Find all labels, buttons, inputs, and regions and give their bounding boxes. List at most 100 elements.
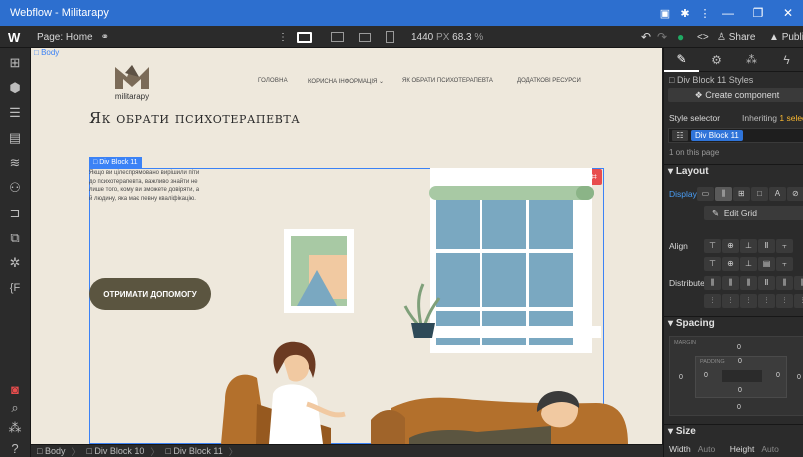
justify-start-icon[interactable]: ⊤ <box>704 256 721 271</box>
align-start-icon[interactable]: ⊤ <box>704 238 721 253</box>
display-block-icon[interactable]: ▭ <box>696 186 714 201</box>
code-icon[interactable]: <> <box>697 26 709 48</box>
symbols-icon[interactable]: ⬢ <box>6 80 24 96</box>
undo-icon[interactable]: ↶ <box>641 26 651 48</box>
margin-bottom-value[interactable]: 0 <box>737 404 741 411</box>
height-input[interactable]: Auto <box>761 444 779 454</box>
breakpoint-desktop[interactable] <box>331 26 344 48</box>
size-section-header[interactable]: ▾ Size <box>664 424 803 438</box>
page-selector[interactable]: Page: Home ⚭ <box>37 26 109 48</box>
justify-end-icon[interactable]: ⊥ <box>740 256 757 271</box>
publish-button[interactable]: ▲ Publi <box>769 26 803 48</box>
settings-tab-gear-icon[interactable]: ⚙ <box>699 48 734 72</box>
content-between-icon[interactable]: ⫶ <box>758 293 775 308</box>
display-flex-icon[interactable]: ⫼ <box>714 186 732 201</box>
breadcrumb-separator-icon: 〉 <box>150 446 160 457</box>
content-around-icon[interactable]: ⫶ <box>776 293 793 308</box>
padding-box[interactable]: PADDING 0 0 0 0 <box>695 356 787 398</box>
webflow-logo-icon[interactable]: W <box>8 26 20 48</box>
align-label: Align <box>669 240 688 251</box>
eye-icon[interactable]: ⚭ <box>101 32 109 43</box>
breakpoint-mobile[interactable] <box>386 26 394 48</box>
width-input[interactable]: Auto <box>698 444 730 454</box>
minimize-icon[interactable]: — <box>713 0 743 26</box>
selector-menu-icon[interactable]: ☷ <box>672 130 688 141</box>
justify-options: ⊤ ⊕ ⊥ ▤ ⫟ <box>704 256 794 271</box>
margin-top-value[interactable]: 0 <box>737 344 741 351</box>
settings-icon[interactable]: ✲ <box>6 255 24 271</box>
layout-section-header[interactable]: ▾ Layout <box>664 164 803 178</box>
align-center-icon[interactable]: ⊕ <box>722 238 739 253</box>
breadcrumb-item-div-block-11[interactable]: □ Div Block 11 <box>165 446 222 456</box>
distribute-center-icon[interactable]: ⫼ <box>722 275 739 290</box>
breakpoint-desktop-star[interactable] <box>297 26 312 48</box>
distribute-end-icon[interactable]: ⫼ <box>740 275 757 290</box>
edit-grid-button[interactable]: ✎ Edit Grid <box>704 206 803 220</box>
help-icon[interactable]: ? <box>6 440 24 456</box>
create-component-button[interactable]: ❖ Create component <box>668 88 803 102</box>
distribute-start-icon[interactable]: ⫼ <box>704 275 721 290</box>
margin-box[interactable]: MARGIN 0 0 0 0 PADDING 0 0 0 0 <box>669 336 803 416</box>
interactions-tab-drops-icon[interactable]: ⁂ <box>734 48 769 72</box>
cms-icon[interactable]: ≋ <box>6 155 24 171</box>
style-selector-row: Style selector Inheriting 1 selector <box>664 111 803 125</box>
add-panel-icon[interactable]: ⊞ <box>6 55 24 71</box>
width-label: Width <box>669 444 691 454</box>
users-icon[interactable]: ⚇ <box>6 180 24 196</box>
content-start-icon[interactable]: ⫶ <box>704 293 721 308</box>
style-tab-brush-icon[interactable]: ✎ <box>664 48 699 72</box>
breadcrumb-item-body[interactable]: □ Body <box>37 446 65 456</box>
extension-icon[interactable]: ▣ <box>655 7 675 20</box>
distribute-evenly-icon[interactable]: ⫼ <box>794 275 803 290</box>
distribute-around-icon[interactable]: ⫼ <box>776 275 793 290</box>
justify-baseline-icon[interactable]: ⫟ <box>776 256 793 271</box>
padding-bottom-value[interactable]: 0 <box>738 387 742 394</box>
navigator-icon[interactable]: ☰ <box>6 105 24 121</box>
align-baseline-icon[interactable]: ⫟ <box>776 238 793 253</box>
justify-center-icon[interactable]: ⊕ <box>722 256 739 271</box>
record-icon[interactable]: ◙ <box>6 381 24 397</box>
puzzle-icon[interactable]: ✱ <box>675 7 695 20</box>
collaborators-icon[interactable]: ⁂ <box>6 420 24 436</box>
search-icon[interactable]: ⌕ <box>6 400 24 416</box>
inheriting-count[interactable]: 1 selector <box>779 113 803 123</box>
padding-top-value[interactable]: 0 <box>738 358 742 365</box>
distribute-between-icon[interactable]: Ⅱ <box>758 275 775 290</box>
design-canvas[interactable]: □ Body militarapy ГОЛОВНА КОРИСНА ІНФОРМ… <box>31 48 662 444</box>
assets-icon[interactable]: ⧉ <box>6 230 24 246</box>
display-inline-icon[interactable]: A <box>768 186 786 201</box>
maximize-icon[interactable]: ❐ <box>743 0 773 26</box>
display-inline-block-icon[interactable]: □ <box>750 186 768 201</box>
align-end-icon[interactable]: ⊥ <box>740 238 757 253</box>
selector-chip[interactable]: Div Block 11 <box>691 130 743 141</box>
padding-left-value[interactable]: 0 <box>704 372 708 379</box>
ecommerce-icon[interactable]: ⊐ <box>6 205 24 221</box>
close-icon[interactable]: ✕ <box>773 0 803 26</box>
lightning-tab-icon[interactable]: ϟ <box>769 48 803 72</box>
breadcrumb-separator-icon: 〉 <box>228 446 238 457</box>
redo-icon[interactable]: ↷ <box>657 26 667 48</box>
justify-stretch-icon[interactable]: ▤ <box>758 256 775 271</box>
display-none-icon[interactable]: ⊘ <box>786 186 803 201</box>
pages-icon[interactable]: ▤ <box>6 130 24 146</box>
caret-down-icon: ▾ <box>668 426 674 437</box>
zoom-value: 68.3 <box>452 31 472 43</box>
margin-right-value[interactable]: 0 <box>797 374 801 381</box>
align-stretch-icon[interactable]: Ⅱ <box>758 238 775 253</box>
logic-icon[interactable]: {F <box>6 280 24 296</box>
breakpoint-tablet-landscape[interactable] <box>359 26 371 48</box>
styles-title-row: □ Div Block 11 Styles <box>669 75 754 85</box>
padding-right-value[interactable]: 0 <box>776 372 780 379</box>
breadcrumb-item-div-block-10[interactable]: □ Div Block 10 <box>86 446 144 456</box>
more-vert-icon[interactable]: ⋮ <box>278 26 288 48</box>
content-center-icon[interactable]: ⫶ <box>722 293 739 308</box>
selector-field[interactable]: ☷ Div Block 11 <box>668 128 803 143</box>
content-evenly-icon[interactable]: ⫶ <box>794 293 803 308</box>
margin-left-value[interactable]: 0 <box>679 374 683 381</box>
more-vert-icon[interactable]: ⋮ <box>695 7 715 20</box>
display-grid-icon[interactable]: ⊞ <box>732 186 750 201</box>
caret-down-icon: ▾ <box>668 318 674 329</box>
spacing-section-header[interactable]: ▾ Spacing <box>664 316 803 330</box>
content-end-icon[interactable]: ⫶ <box>740 293 757 308</box>
share-button[interactable]: ♙ Share <box>717 26 755 48</box>
